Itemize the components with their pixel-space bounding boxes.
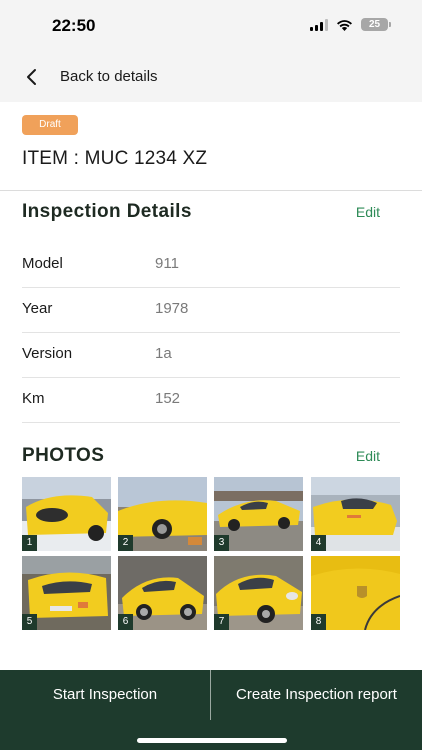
battery-icon: 25 bbox=[361, 18, 391, 31]
car-photo-3[interactable]: 3 bbox=[214, 477, 303, 551]
detail-value: 1a bbox=[155, 345, 172, 362]
photo-number: 5 bbox=[22, 614, 37, 630]
status-icons: 25 bbox=[310, 18, 391, 31]
edit-photos-button[interactable]: Edit bbox=[356, 448, 380, 464]
car-photo-4[interactable]: 4 bbox=[311, 477, 400, 551]
detail-value: 1978 bbox=[155, 300, 189, 317]
detail-row-year: Year 1978 bbox=[22, 288, 400, 333]
item-title: ITEM : MUC 1234 XZ bbox=[22, 148, 208, 169]
detail-row-km: Km 152 bbox=[22, 378, 400, 423]
detail-label: Model bbox=[22, 255, 63, 272]
back-to-details-link[interactable]: Back to details bbox=[60, 68, 158, 85]
car-photo-8[interactable]: 8 bbox=[311, 556, 400, 630]
detail-row-version: Version 1a bbox=[22, 333, 400, 378]
wifi-icon bbox=[337, 19, 352, 31]
photo-grid: 1 2 3 4 5 6 7 8 bbox=[22, 477, 401, 630]
car-photo-6[interactable]: 6 bbox=[118, 556, 207, 630]
photo-number: 7 bbox=[214, 614, 229, 630]
inspection-details-heading: Inspection Details bbox=[22, 201, 192, 222]
create-inspection-report-button[interactable]: Create Inspection report bbox=[211, 670, 422, 720]
detail-value: 152 bbox=[155, 390, 181, 407]
photos-heading: PHOTOS bbox=[22, 445, 105, 466]
photo-number: 6 bbox=[118, 614, 133, 630]
home-indicator bbox=[137, 738, 287, 743]
detail-row-model: Model 911 bbox=[22, 243, 400, 288]
start-inspection-button[interactable]: Start Inspection bbox=[0, 670, 210, 720]
status-time: 22:50 bbox=[52, 16, 96, 35]
nav-bar: Back to details bbox=[0, 52, 422, 102]
car-photo-2[interactable]: 2 bbox=[118, 477, 207, 551]
photo-number: 8 bbox=[311, 614, 326, 630]
photo-number: 4 bbox=[311, 535, 326, 551]
detail-label: Version bbox=[22, 345, 73, 362]
detail-value: 911 bbox=[155, 255, 179, 272]
car-photo-1[interactable]: 1 bbox=[22, 477, 111, 551]
back-chevron-icon[interactable] bbox=[22, 66, 42, 88]
photo-number: 1 bbox=[22, 535, 37, 551]
divider bbox=[0, 190, 422, 191]
detail-label: Year bbox=[22, 300, 53, 317]
status-bar: 22:50 25 bbox=[0, 0, 422, 52]
status-badge: Draft bbox=[22, 115, 78, 135]
photo-number: 2 bbox=[118, 535, 133, 551]
edit-inspection-details-button[interactable]: Edit bbox=[356, 204, 380, 220]
detail-label: Km bbox=[22, 390, 45, 407]
car-photo-5[interactable]: 5 bbox=[22, 556, 111, 630]
photo-number: 3 bbox=[214, 535, 229, 551]
car-photo-7[interactable]: 7 bbox=[214, 556, 303, 630]
cellular-signal-icon bbox=[310, 18, 328, 31]
